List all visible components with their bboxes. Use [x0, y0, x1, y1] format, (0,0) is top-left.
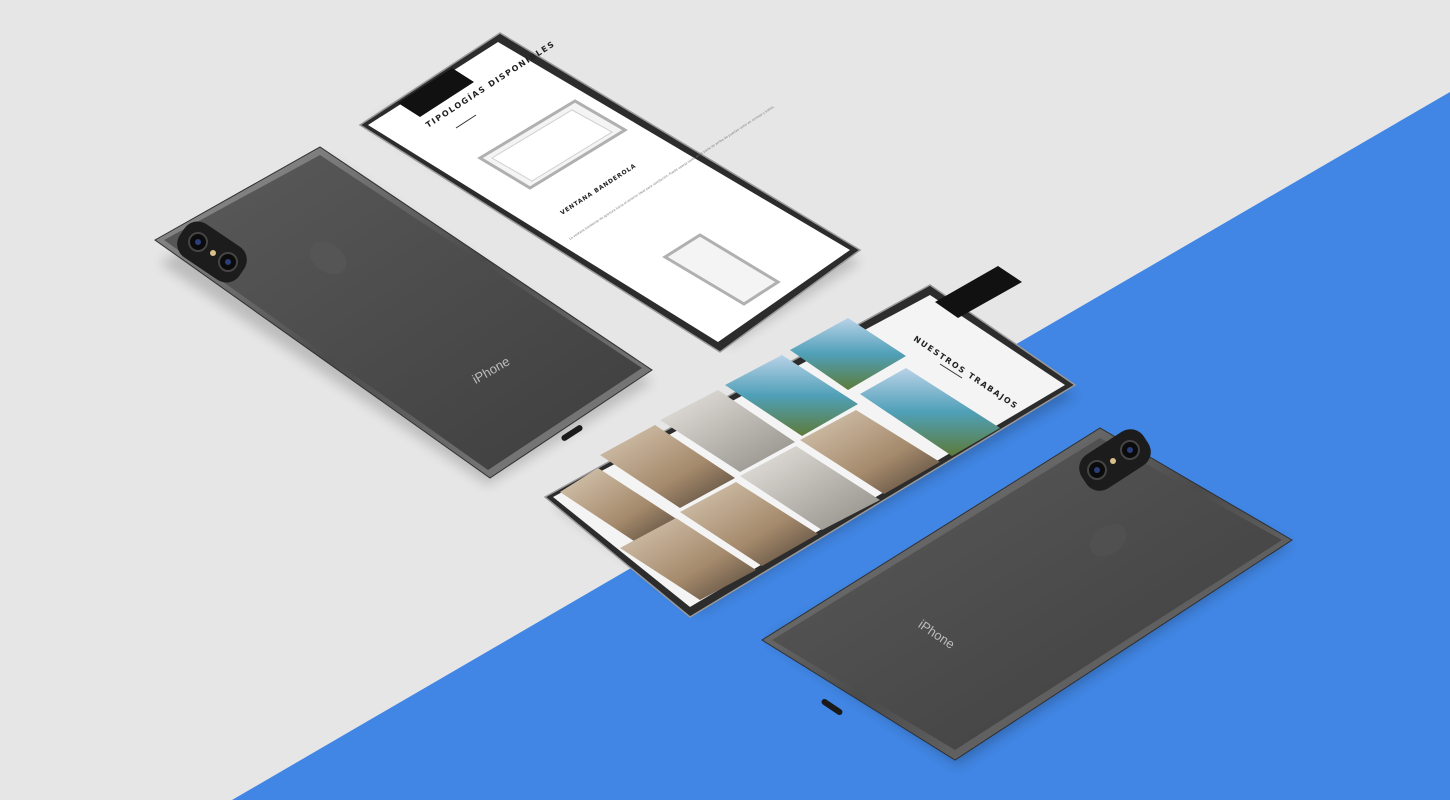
scene: iPhone TIPOLOGÍAS DISPONIBLES VENTANA BA… [0, 0, 1450, 800]
